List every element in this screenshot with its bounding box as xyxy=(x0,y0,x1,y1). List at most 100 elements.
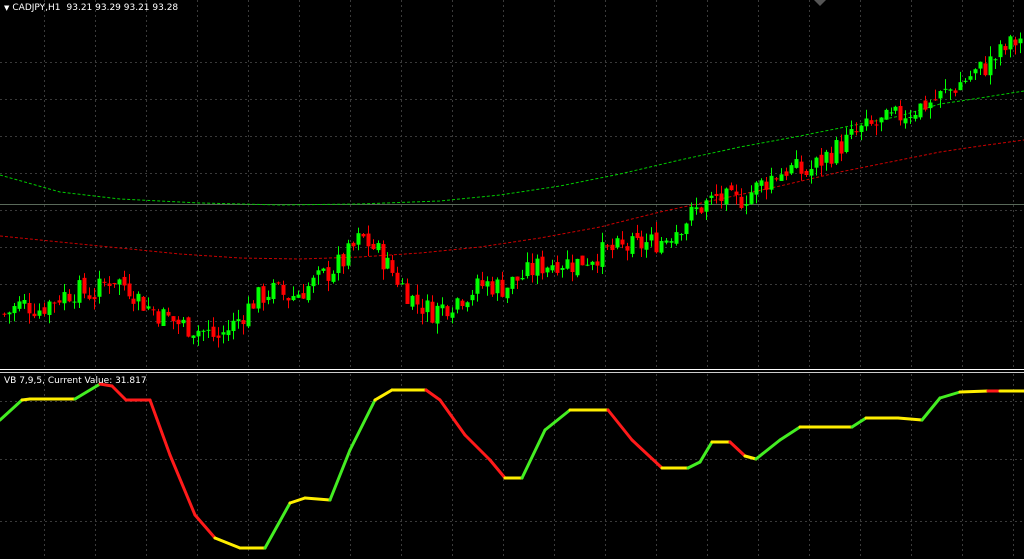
candle-body xyxy=(734,191,739,195)
candle-body xyxy=(824,151,829,163)
candle-body xyxy=(943,88,948,90)
candle-body xyxy=(968,76,973,80)
candle-body xyxy=(500,279,505,297)
candle-body xyxy=(211,326,216,337)
candle-body xyxy=(654,232,659,253)
candle-body xyxy=(400,283,405,285)
candle-body xyxy=(630,236,635,254)
candle-body xyxy=(395,272,400,285)
candle-body xyxy=(903,118,908,124)
candle-body xyxy=(625,246,630,251)
candle-body xyxy=(261,286,266,303)
candle-body xyxy=(136,293,141,302)
candle-body xyxy=(161,309,166,326)
candle-body xyxy=(804,170,809,176)
candle-body xyxy=(769,175,774,190)
candle-body xyxy=(430,301,435,323)
candle-body xyxy=(490,281,495,295)
candle-body xyxy=(520,278,525,280)
candle-body xyxy=(156,311,161,324)
candle-body xyxy=(679,234,684,236)
candle-body xyxy=(361,233,366,237)
candle-body xyxy=(321,268,326,271)
candle-body xyxy=(610,244,615,251)
candle-body xyxy=(839,141,844,154)
candle-body xyxy=(814,157,819,168)
candle-body xyxy=(27,302,32,314)
candle-body xyxy=(635,232,640,238)
candle-body xyxy=(102,281,107,283)
candle-body xyxy=(535,258,540,276)
candle-body xyxy=(186,317,191,337)
candle-body xyxy=(550,265,555,271)
candle-body xyxy=(410,295,415,307)
candle-body xyxy=(560,267,565,270)
candle-body xyxy=(77,280,82,303)
main-chart-title: ▼ CADJPY,H1 93.21 93.29 93.21 93.28 xyxy=(4,3,178,13)
candle-body xyxy=(241,320,246,325)
candle-body xyxy=(993,59,998,61)
candle-body xyxy=(415,294,420,305)
candle-body xyxy=(590,261,595,265)
candle-body xyxy=(834,140,839,164)
candle-body xyxy=(37,310,42,316)
candle-body xyxy=(455,298,460,310)
candle-body xyxy=(2,313,7,315)
candle-body xyxy=(191,335,196,338)
candle-body xyxy=(12,306,17,314)
candle-body xyxy=(754,182,759,195)
candle-body xyxy=(341,254,346,267)
candle-body xyxy=(744,204,749,206)
candle-body xyxy=(689,206,694,221)
candle-body xyxy=(759,180,764,186)
candle-body xyxy=(495,279,500,294)
candle-body xyxy=(171,316,176,322)
candle-body xyxy=(555,262,560,273)
candle-body xyxy=(131,298,136,304)
oscillator-segment xyxy=(958,389,990,394)
candle-body xyxy=(749,192,754,204)
candle-body xyxy=(889,112,894,114)
symbol-label: CADJPY,H1 xyxy=(12,3,61,13)
candle-body xyxy=(923,100,928,110)
candle-body xyxy=(779,174,784,181)
candle-body xyxy=(445,306,450,317)
candle-body xyxy=(371,243,376,250)
candle-body xyxy=(669,241,674,243)
candle-body xyxy=(729,185,734,191)
candle-body xyxy=(181,319,186,324)
candle-body xyxy=(699,207,704,213)
candle-body xyxy=(42,307,47,314)
candle-body xyxy=(963,80,968,82)
candle-body xyxy=(420,307,425,314)
candle-body xyxy=(819,154,824,166)
candle-body xyxy=(794,159,799,168)
candle-body xyxy=(615,238,620,248)
chart-menu-arrow-icon[interactable]: ▼ xyxy=(4,4,9,12)
candle-body xyxy=(585,264,590,266)
candle-body xyxy=(774,178,779,180)
candle-body xyxy=(639,236,644,249)
candle-body xyxy=(829,152,834,164)
candle-body xyxy=(1008,36,1013,50)
candle-body xyxy=(460,300,465,306)
candle-body xyxy=(72,301,77,303)
candle-body xyxy=(296,294,301,298)
candle-body xyxy=(381,244,386,270)
candle-body xyxy=(739,196,744,209)
candle-body xyxy=(649,234,654,241)
candle-body xyxy=(879,117,884,123)
candle-body xyxy=(385,257,390,269)
chart-area[interactable] xyxy=(0,0,1024,559)
candle-body xyxy=(764,181,769,190)
candle-body xyxy=(570,262,575,273)
oscillator-segment xyxy=(303,496,332,502)
candle-body xyxy=(221,332,226,335)
candle-body xyxy=(844,134,849,153)
candle-body xyxy=(510,276,515,289)
candle-body xyxy=(809,168,814,176)
candle-body xyxy=(122,276,127,286)
candle-body xyxy=(869,120,874,124)
candle-body xyxy=(933,99,938,101)
candle-body xyxy=(366,233,371,247)
